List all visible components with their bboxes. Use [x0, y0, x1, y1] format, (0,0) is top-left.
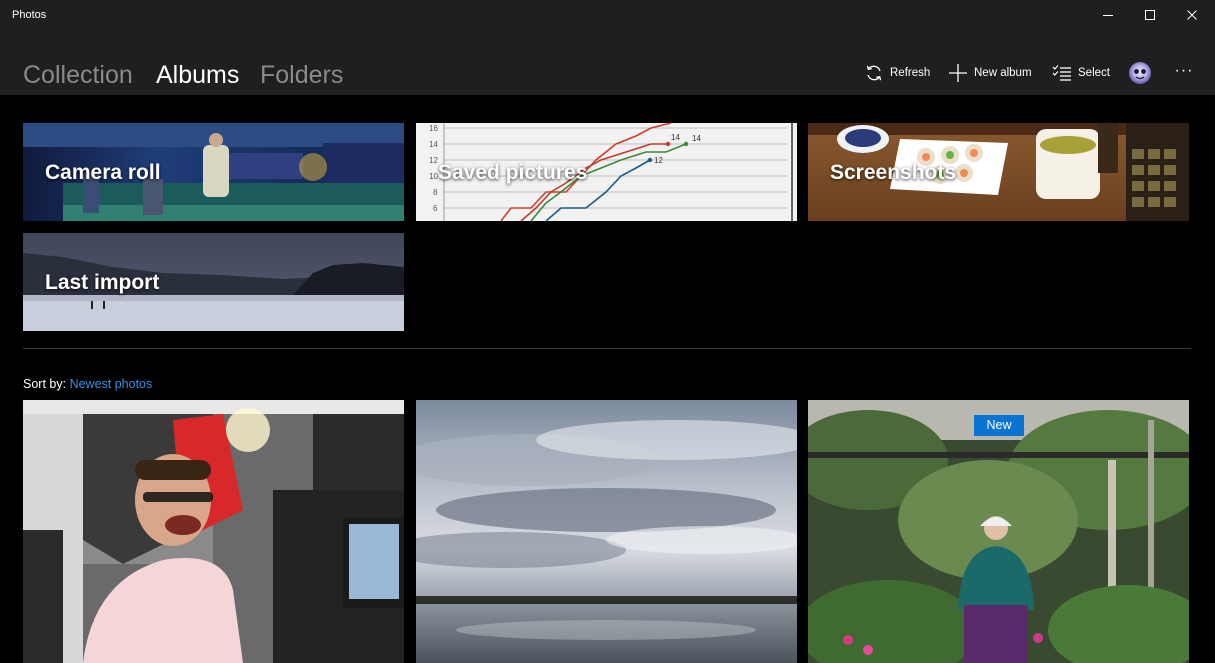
sort-by: Sort by: Newest photos [23, 377, 152, 391]
y-tick: 8 [433, 188, 438, 197]
album-label: Last import [45, 271, 160, 294]
app-header: Collection Albums Folders Refresh New al… [0, 30, 1215, 95]
refresh-button[interactable]: Refresh [864, 63, 930, 83]
close-button[interactable] [1170, 0, 1214, 30]
photo-garden-image [808, 400, 1189, 663]
maximize-button[interactable] [1128, 0, 1172, 30]
checklist-icon [1052, 64, 1072, 82]
album-last-import[interactable]: Last import [23, 233, 404, 331]
avatar[interactable] [1129, 62, 1151, 84]
select-label: Select [1078, 67, 1110, 79]
select-button[interactable]: Select [1052, 63, 1110, 83]
tab-albums[interactable]: Albums [156, 60, 239, 90]
maximize-icon [1145, 10, 1155, 20]
album-label: Saved pictures [438, 161, 588, 184]
tab-folders[interactable]: Folders [260, 60, 343, 90]
minimize-icon [1103, 15, 1113, 16]
y-tick: 6 [433, 204, 438, 213]
photo-thumbnail[interactable] [808, 400, 1189, 663]
y-tick: 14 [429, 140, 438, 149]
app-title: Photos [12, 9, 47, 21]
refresh-icon [864, 63, 884, 83]
album-camera-roll[interactable]: Camera roll [23, 123, 404, 221]
point-label: 12 [654, 156, 663, 165]
section-divider [23, 348, 1191, 349]
new-badge: New [974, 415, 1024, 436]
point-label: 14 [692, 134, 701, 143]
y-tick: 16 [429, 124, 438, 133]
refresh-label: Refresh [890, 67, 931, 79]
album-screenshots[interactable]: Screenshots [808, 123, 1189, 221]
more-options-button[interactable]: ··· [1170, 62, 1198, 84]
tab-collection[interactable]: Collection [23, 60, 133, 90]
title-bar: Photos [0, 0, 1215, 30]
sort-by-label: Sort by: [23, 377, 67, 391]
new-album-button[interactable]: New album [948, 63, 1032, 83]
point-label: 14 [671, 133, 680, 142]
close-icon [1187, 10, 1197, 20]
photo-sky-image [416, 400, 797, 663]
minimize-button[interactable] [1086, 0, 1130, 30]
photo-office-image [23, 400, 404, 663]
album-label: Camera roll [45, 161, 161, 184]
album-label: Screenshots [830, 161, 957, 184]
add-icon [948, 63, 968, 83]
new-album-label: New album [974, 67, 1032, 79]
photo-thumbnail[interactable] [23, 400, 404, 663]
sort-by-dropdown[interactable]: Newest photos [70, 377, 153, 391]
album-saved-pictures[interactable]: 16 14 12 10 8 6 14 14 12 Saved pictures [416, 123, 797, 221]
avatar-icon [1134, 69, 1146, 80]
photo-thumbnail[interactable] [416, 400, 797, 663]
